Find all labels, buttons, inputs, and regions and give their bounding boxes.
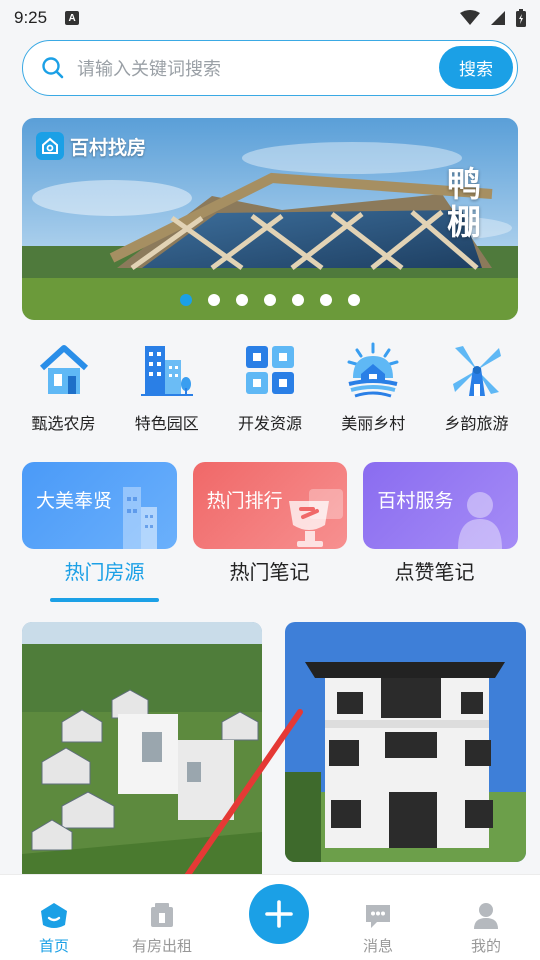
signal-icon [491, 11, 505, 25]
nav-label: 有房出租 [131, 937, 192, 955]
listing-image [285, 622, 526, 862]
category-beautiful-village[interactable]: 美丽乡村 [322, 340, 425, 434]
carousel-dots [22, 294, 518, 306]
service-person-icon [458, 492, 503, 549]
brand-name: 百村找房 [70, 136, 147, 159]
search-input[interactable]: 请输入关键词搜索 [77, 55, 221, 81]
banner-calligraphy: 鸭棚 [447, 165, 481, 243]
message-icon [366, 905, 390, 928]
category-selected-farmhouse[interactable]: 甄选农房 [12, 340, 115, 434]
buildings-icon [137, 340, 197, 400]
city-buildings-icon [122, 487, 157, 549]
status-indicators [460, 9, 526, 27]
wifi-icon [460, 10, 480, 25]
nav-rent[interactable]: 有房出租 [108, 875, 216, 960]
home-icon [41, 903, 67, 928]
tab-hot-notes[interactable]: 热门笔记 [187, 556, 352, 602]
card-hot-ranking[interactable]: 热门排行 [192, 462, 348, 549]
listing-card[interactable] [285, 622, 526, 862]
nav-profile[interactable]: 我的 [432, 875, 540, 960]
battery-icon [516, 9, 526, 27]
content-tabs: 热门房源 热门笔记 点赞笔记 [22, 556, 518, 602]
card-label: 百村服务 [377, 490, 454, 512]
nav-messages[interactable]: 消息 [324, 875, 432, 960]
carousel-dot[interactable] [348, 294, 360, 306]
carousel-dot[interactable] [292, 294, 304, 306]
category-label: 开发资源 [237, 414, 302, 433]
category-grid: 甄选农房 特色园区 开发资源 美丽乡村 乡韵旅游 [12, 340, 528, 434]
status-bar: 9:25 A [0, 0, 540, 36]
category-special-park[interactable]: 特色园区 [115, 340, 218, 434]
card-damei-fengxian[interactable]: 大美奉贤 [22, 462, 177, 549]
category-development[interactable]: 开发资源 [219, 340, 322, 434]
nav-label: 消息 [362, 937, 393, 955]
plus-icon [265, 900, 293, 928]
feature-cards: 大美奉贤 热门排行 百村服务 [22, 462, 519, 549]
category-label: 特色园区 [134, 414, 199, 433]
rent-icon [151, 903, 173, 927]
brand-house-icon [36, 132, 64, 160]
carousel-dot[interactable] [236, 294, 248, 306]
trophy-icon [289, 489, 344, 547]
village-sun-icon [343, 340, 403, 400]
card-label: 大美奉贤 [36, 490, 113, 512]
carousel-dot[interactable] [180, 294, 192, 306]
grid-icon [240, 340, 300, 400]
brand-logo: 百村找房 [36, 132, 146, 160]
nav-home[interactable]: 首页 [0, 875, 108, 960]
notification-badge: A [65, 11, 80, 25]
status-time: 9:25 [14, 8, 48, 27]
card-label: 热门排行 [206, 490, 283, 512]
category-label: 甄选农房 [31, 414, 96, 433]
card-village-service[interactable]: 百村服务 [363, 462, 519, 549]
profile-icon [474, 903, 498, 929]
category-rural-tourism[interactable]: 乡韵旅游 [425, 340, 528, 434]
banner-carousel[interactable]: 百村找房 鸭棚 [22, 118, 518, 320]
house-icon [34, 340, 94, 400]
search-icon [42, 57, 64, 79]
tab-hot-listings[interactable]: 热门房源 [22, 556, 187, 602]
listing-card[interactable] [22, 622, 262, 882]
nav-label: 首页 [38, 937, 69, 955]
carousel-dot[interactable] [264, 294, 276, 306]
add-button[interactable] [249, 884, 309, 944]
category-label: 乡韵旅游 [444, 414, 509, 433]
tab-liked-notes[interactable]: 点赞笔记 [352, 556, 517, 602]
search-button[interactable]: 搜索 [439, 46, 513, 89]
carousel-dot[interactable] [208, 294, 220, 306]
listing-image [22, 622, 262, 882]
nav-label: 我的 [470, 937, 501, 955]
search-bar[interactable]: 请输入关键词搜索 搜索 [22, 40, 518, 96]
carousel-dot[interactable] [320, 294, 332, 306]
category-label: 美丽乡村 [341, 414, 406, 433]
windmill-icon [447, 340, 507, 400]
